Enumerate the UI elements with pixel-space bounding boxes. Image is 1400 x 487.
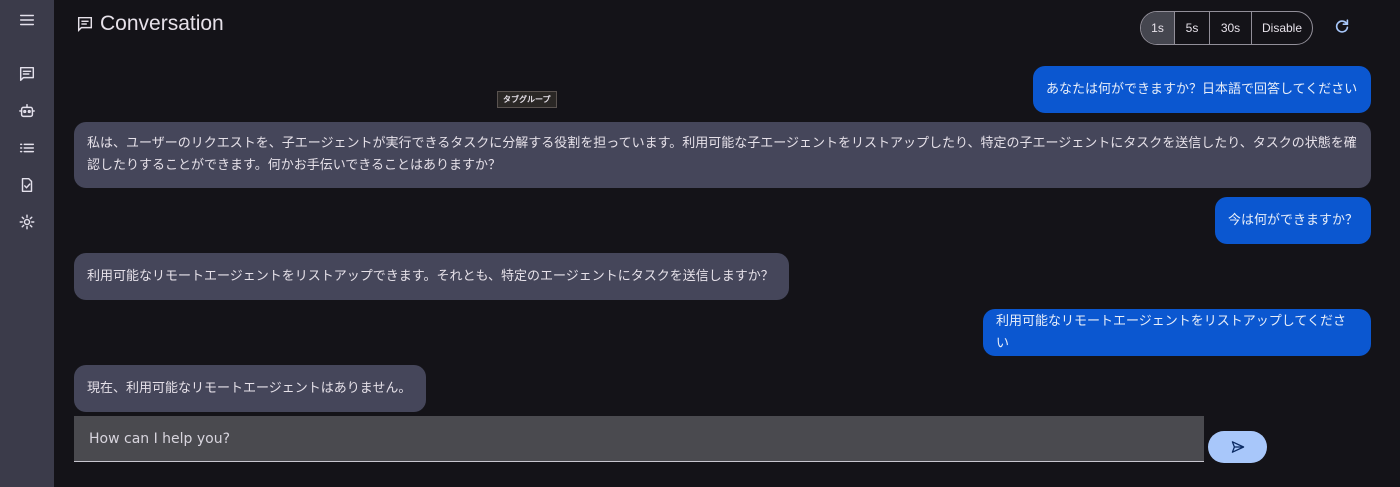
robot-icon[interactable]: [17, 101, 37, 121]
user-message: 利用可能なリモートエージェントをリストアップしてください: [983, 309, 1371, 356]
list-icon[interactable]: [17, 138, 37, 158]
agent-message: 私は、ユーザーのリクエストを、子エージェントが実行できるタスクに分解する役割を担…: [74, 122, 1371, 188]
page-title-text: Conversation: [100, 12, 224, 35]
agent-message: 現在、利用可能なリモートエージェントはありません。: [74, 365, 426, 412]
tooltip: タブグループ: [497, 91, 557, 108]
user-message: 今は何ができますか？: [1215, 197, 1371, 244]
interval-5s-button[interactable]: 5s: [1174, 12, 1209, 44]
interval-1s-button[interactable]: 1s: [1141, 12, 1174, 44]
send-icon: [1231, 441, 1244, 453]
agent-message: 利用可能なリモートエージェントをリストアップできます。それとも、特定のエージェン…: [74, 253, 789, 300]
refresh-icon[interactable]: [1333, 17, 1351, 35]
chat-icon[interactable]: [17, 64, 37, 84]
interval-disable-button[interactable]: Disable: [1251, 12, 1312, 44]
refresh-interval-toggle: 1s 5s 30s Disable: [1140, 11, 1313, 45]
menu-icon[interactable]: [17, 10, 37, 30]
task-icon[interactable]: [17, 175, 37, 195]
send-button[interactable]: [1208, 431, 1267, 463]
page-title: Conversation: [76, 10, 224, 38]
message-input-container: [74, 416, 1204, 462]
interval-30s-button[interactable]: 30s: [1209, 12, 1251, 44]
chat-icon: [77, 16, 93, 33]
user-message: あなたは何ができますか？日本語で回答してください: [1033, 66, 1371, 113]
message-input[interactable]: [87, 429, 1204, 448]
nav-rail: [0, 0, 54, 487]
settings-icon[interactable]: [17, 212, 37, 232]
